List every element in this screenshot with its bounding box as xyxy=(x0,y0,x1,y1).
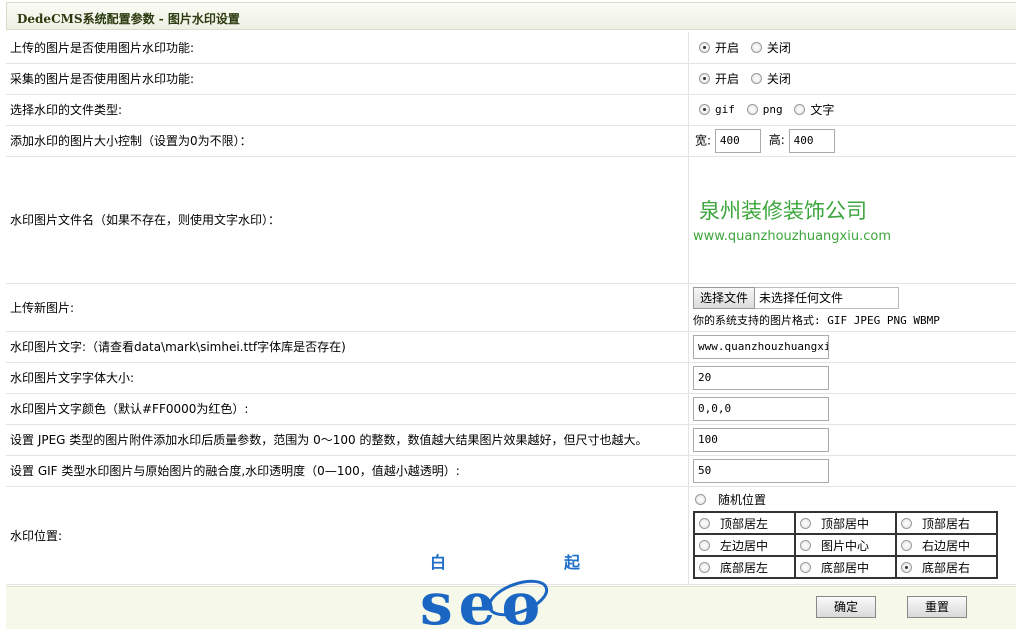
radio-checked-icon[interactable] xyxy=(699,42,710,53)
table-row: 选择水印的文件类型: gif png 文字 xyxy=(6,94,1016,125)
config-table: 上传的图片是否使用图片水印功能: 开启 关闭 采集的图片是否使用图片水印功能: … xyxy=(6,32,1016,585)
position-grid: 顶部居左 顶部居中 顶部居右 左边居中 图片中心 右边居中 底部居左 底部居中 … xyxy=(693,511,998,579)
collect-watermark-off[interactable]: 关闭 xyxy=(751,70,791,87)
table-row: 水印图片文件名（如果不存在，则使用文字水印）： 泉州装修装饰公司 www.qua… xyxy=(6,156,1016,283)
page-title: DedeCMS系统配置参数 - 图片水印设置 xyxy=(17,10,240,27)
size-limit-label: 添加水印的图片大小控制（设置为0为不限）： xyxy=(6,125,689,156)
upload-watermark-on[interactable]: 开启 xyxy=(699,39,739,56)
table-row: 水印图片文字:（请查看data\mark\simhei.ttf字体库是否存在) … xyxy=(6,331,1016,362)
position-bottom-left[interactable]: 底部居左 xyxy=(694,556,795,578)
position-top-left[interactable]: 顶部居左 xyxy=(694,512,795,534)
position-random[interactable]: 随机位置 xyxy=(693,491,1016,508)
file-type-gif[interactable]: gif xyxy=(699,102,735,116)
reset-button[interactable]: 重置 xyxy=(907,596,967,618)
height-input[interactable]: 400 xyxy=(789,129,835,153)
radio-icon[interactable] xyxy=(695,494,706,505)
upload-new-label: 上传新图片: xyxy=(6,283,689,331)
watermark-preview: 泉州装修装饰公司 www.quanzhouzhuangxiu.com xyxy=(689,156,1016,283)
gif-alpha-input[interactable]: 50 xyxy=(693,459,829,483)
table-row: 水印图片文字字体大小: 20 xyxy=(6,362,1016,393)
file-name: 未选择任何文件 xyxy=(759,291,843,305)
upload-watermark-off[interactable]: 关闭 xyxy=(751,39,791,56)
supported-formats: 你的系统支持的图片格式: GIF JPEG PNG WBMP xyxy=(693,312,1016,328)
radio-icon[interactable] xyxy=(901,540,912,551)
width-input[interactable]: 400 xyxy=(715,129,761,153)
position-top-center[interactable]: 顶部居中 xyxy=(795,512,896,534)
radio-icon[interactable] xyxy=(901,518,912,529)
radio-icon[interactable] xyxy=(699,540,710,551)
table-row: 设置 JPEG 类型的图片附件添加水印后质量参数，范围为 0～100 的整数，数… xyxy=(6,424,1016,455)
position-bottom-center[interactable]: 底部居中 xyxy=(795,556,896,578)
table-row: 水印图片文字颜色（默认#FF0000为红色）: 0,0,0 xyxy=(6,393,1016,424)
table-row: 上传新图片: 选择文件未选择任何文件 你的系统支持的图片格式: GIF JPEG… xyxy=(6,283,1016,331)
position-bottom-right[interactable]: 底部居右 xyxy=(896,556,997,578)
radio-icon[interactable] xyxy=(794,104,805,115)
table-row: 上传的图片是否使用图片水印功能: 开启 关闭 xyxy=(6,32,1016,63)
radio-checked-icon[interactable] xyxy=(699,73,710,84)
font-size-input[interactable]: 20 xyxy=(693,366,829,390)
choose-file-button[interactable]: 选择文件 xyxy=(693,287,755,309)
table-row: 采集的图片是否使用图片水印功能: 开启 关闭 xyxy=(6,63,1016,94)
radio-checked-icon[interactable] xyxy=(901,562,912,573)
seo-logo-icon: 白 起 seo xyxy=(420,550,600,628)
radio-icon[interactable] xyxy=(800,562,811,573)
watermark-file-label: 水印图片文件名（如果不存在，则使用文字水印）： xyxy=(6,156,689,283)
radio-icon[interactable] xyxy=(751,42,762,53)
radio-checked-icon[interactable] xyxy=(699,104,710,115)
radio-icon[interactable] xyxy=(747,104,758,115)
watermark-preview-url: www.quanzhouzhuangxiu.com xyxy=(693,229,1016,244)
position-middle-right[interactable]: 右边居中 xyxy=(896,534,997,556)
jpeg-quality-label: 设置 JPEG 类型的图片附件添加水印后质量参数，范围为 0～100 的整数，数… xyxy=(6,424,689,455)
radio-icon[interactable] xyxy=(800,518,811,529)
radio-icon[interactable] xyxy=(800,540,811,551)
radio-icon[interactable] xyxy=(699,518,710,529)
font-color-label: 水印图片文字颜色（默认#FF0000为红色）: xyxy=(6,393,689,424)
table-row: 添加水印的图片大小控制（设置为0为不限）： 宽: 400 高: 400 xyxy=(6,125,1016,156)
font-color-input[interactable]: 0,0,0 xyxy=(693,397,829,421)
file-picker[interactable]: 选择文件未选择任何文件 xyxy=(693,287,899,309)
file-type-png[interactable]: png xyxy=(747,102,783,116)
page-header: DedeCMS系统配置参数 - 图片水印设置 xyxy=(6,2,1016,30)
upload-watermark-label: 上传的图片是否使用图片水印功能: xyxy=(6,32,689,63)
file-type-text[interactable]: 文字 xyxy=(794,101,834,118)
watermark-text-input[interactable]: www.quanzhouzhuangxiu xyxy=(693,335,829,359)
position-top-right[interactable]: 顶部居右 xyxy=(896,512,997,534)
watermark-preview-title: 泉州装修装饰公司 xyxy=(693,195,1016,225)
collect-watermark-label: 采集的图片是否使用图片水印功能: xyxy=(6,63,689,94)
file-type-label: 选择水印的文件类型: xyxy=(6,94,689,125)
logo-letters: seo xyxy=(420,570,546,628)
logo-char-qi: 起 xyxy=(563,553,581,572)
position-center[interactable]: 图片中心 xyxy=(795,534,896,556)
height-label: 高: xyxy=(769,133,785,147)
gif-alpha-label: 设置 GIF 类型水印图片与原始图片的融合度,水印透明度（0—100，值越小越透… xyxy=(6,455,689,486)
position-middle-left[interactable]: 左边居中 xyxy=(694,534,795,556)
font-size-label: 水印图片文字字体大小: xyxy=(6,362,689,393)
radio-icon[interactable] xyxy=(699,562,710,573)
collect-watermark-on[interactable]: 开启 xyxy=(699,70,739,87)
confirm-button[interactable]: 确定 xyxy=(816,596,876,618)
radio-icon[interactable] xyxy=(751,73,762,84)
jpeg-quality-input[interactable]: 100 xyxy=(693,428,829,452)
width-label: 宽: xyxy=(695,133,711,147)
watermark-text-label: 水印图片文字:（请查看data\mark\simhei.ttf字体库是否存在) xyxy=(6,331,689,362)
table-row: 设置 GIF 类型水印图片与原始图片的融合度,水印透明度（0—100，值越小越透… xyxy=(6,455,1016,486)
